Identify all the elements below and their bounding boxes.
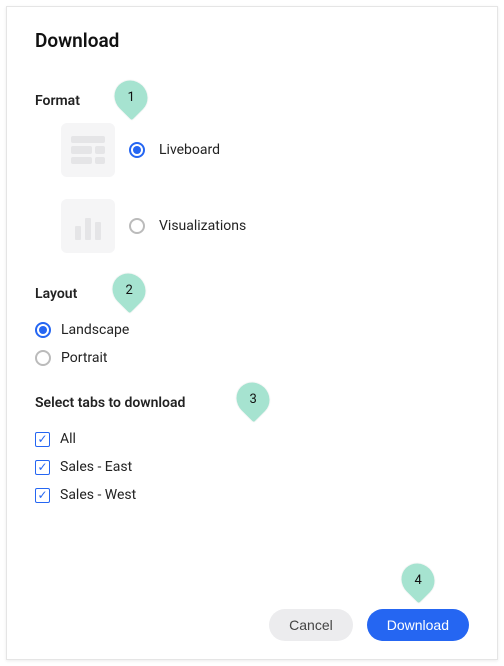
liveboard-icon [61, 123, 115, 177]
download-button[interactable]: Download [367, 609, 469, 641]
annotation-marker-2: 2 [106, 267, 153, 314]
format-visualizations-label: Visualizations [159, 218, 246, 234]
checkbox-sales-east[interactable]: ✓ [35, 460, 50, 475]
tab-sales-east-label: Sales - East [60, 459, 132, 475]
visualizations-icon [61, 199, 115, 253]
format-liveboard-label: Liveboard [159, 142, 220, 158]
checkbox-sales-west[interactable]: ✓ [35, 488, 50, 503]
layout-option-landscape[interactable]: Landscape [35, 322, 469, 338]
dialog-footer: Cancel 4 Download [269, 609, 469, 641]
radio-landscape[interactable] [35, 322, 51, 338]
tabs-section: Select tabs to download 3 ✓ All ✓ Sales … [35, 392, 469, 503]
layout-section: Layout 2 Landscape Portrait [35, 283, 469, 366]
layout-option-portrait[interactable]: Portrait [35, 350, 469, 366]
annotation-marker-1: 1 [108, 74, 155, 121]
layout-label: Layout [35, 286, 77, 302]
cancel-button[interactable]: Cancel [269, 609, 353, 641]
format-option-liveboard[interactable]: Liveboard [61, 123, 469, 177]
tab-sales-west-label: Sales - West [60, 487, 136, 503]
format-label: Format [35, 93, 80, 109]
radio-visualizations[interactable] [129, 218, 145, 234]
tab-option-all[interactable]: ✓ All [35, 431, 469, 447]
format-option-visualizations[interactable]: Visualizations [61, 199, 469, 253]
layout-portrait-label: Portrait [61, 350, 107, 366]
annotation-marker-4: 4 [395, 557, 442, 604]
tabs-label: Select tabs to download [35, 395, 185, 411]
download-dialog: Download Format 1 Liveboard Visualizatio… [6, 6, 498, 660]
radio-portrait[interactable] [35, 350, 51, 366]
radio-liveboard[interactable] [129, 142, 145, 158]
format-section: Format 1 Liveboard Visualizations [35, 90, 469, 253]
layout-landscape-label: Landscape [61, 322, 129, 338]
annotation-marker-3: 3 [230, 376, 277, 423]
tab-option-sales-west[interactable]: ✓ Sales - West [35, 487, 469, 503]
dialog-title: Download [35, 29, 469, 52]
tab-all-label: All [60, 431, 76, 447]
checkbox-all[interactable]: ✓ [35, 432, 50, 447]
tab-option-sales-east[interactable]: ✓ Sales - East [35, 459, 469, 475]
